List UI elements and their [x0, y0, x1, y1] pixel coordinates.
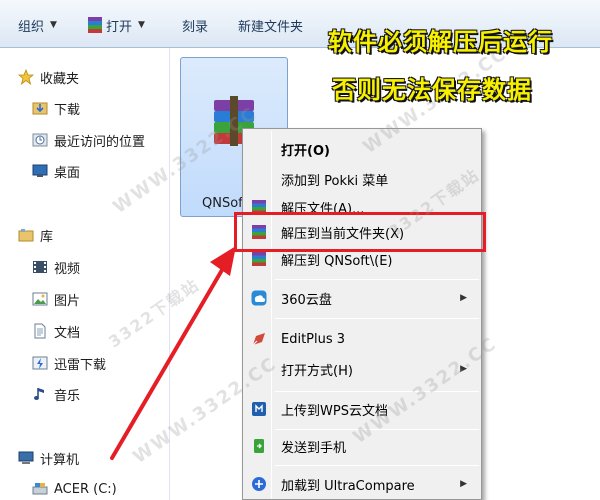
banner-line-1: 软件必须解压后运行	[328, 28, 553, 56]
banner-line-2: 否则无法保存数据	[332, 76, 532, 104]
